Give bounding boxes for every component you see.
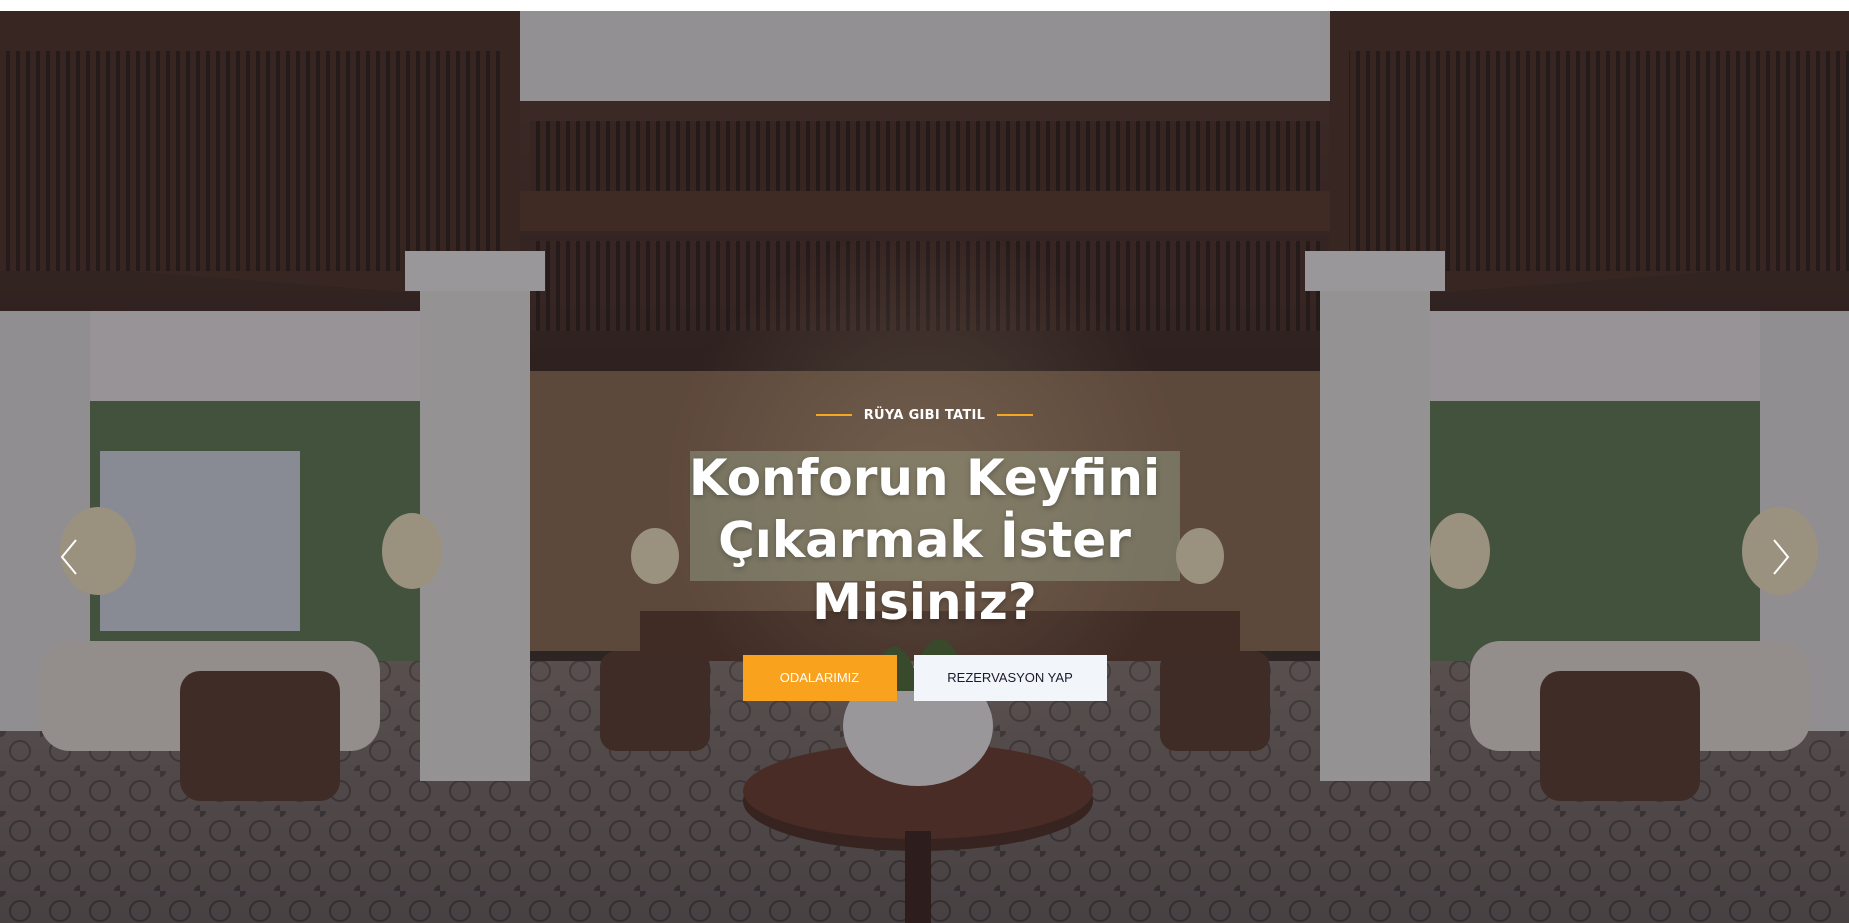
headline-line-1: Konforun Keyfini (688, 448, 1161, 507)
headline-line-3: Misiniz? (812, 572, 1037, 631)
eyebrow-left-line (815, 414, 852, 416)
headline-line-2: Çıkarmak İster (718, 510, 1131, 569)
hero-slider: RÜYA GIBI TATIL Konforun Keyfini Çıkarma… (0, 11, 1849, 923)
hero-headline: Konforun Keyfini Çıkarmak İster Misiniz? (665, 447, 1185, 633)
rooms-button[interactable]: ODALARIMIZ (742, 654, 897, 701)
hero-eyebrow-text: RÜYA GIBI TATIL (863, 407, 986, 423)
eyebrow-right-line (997, 414, 1034, 416)
hero-content: RÜYA GIBI TATIL Konforun Keyfini Çıkarma… (0, 403, 1849, 701)
hero-eyebrow: RÜYA GIBI TATIL (815, 407, 1034, 423)
reservation-button[interactable]: REZERVASYON YAP (913, 654, 1107, 701)
hero-buttons: ODALARIMIZ REZERVASYON YAP (0, 654, 1849, 701)
